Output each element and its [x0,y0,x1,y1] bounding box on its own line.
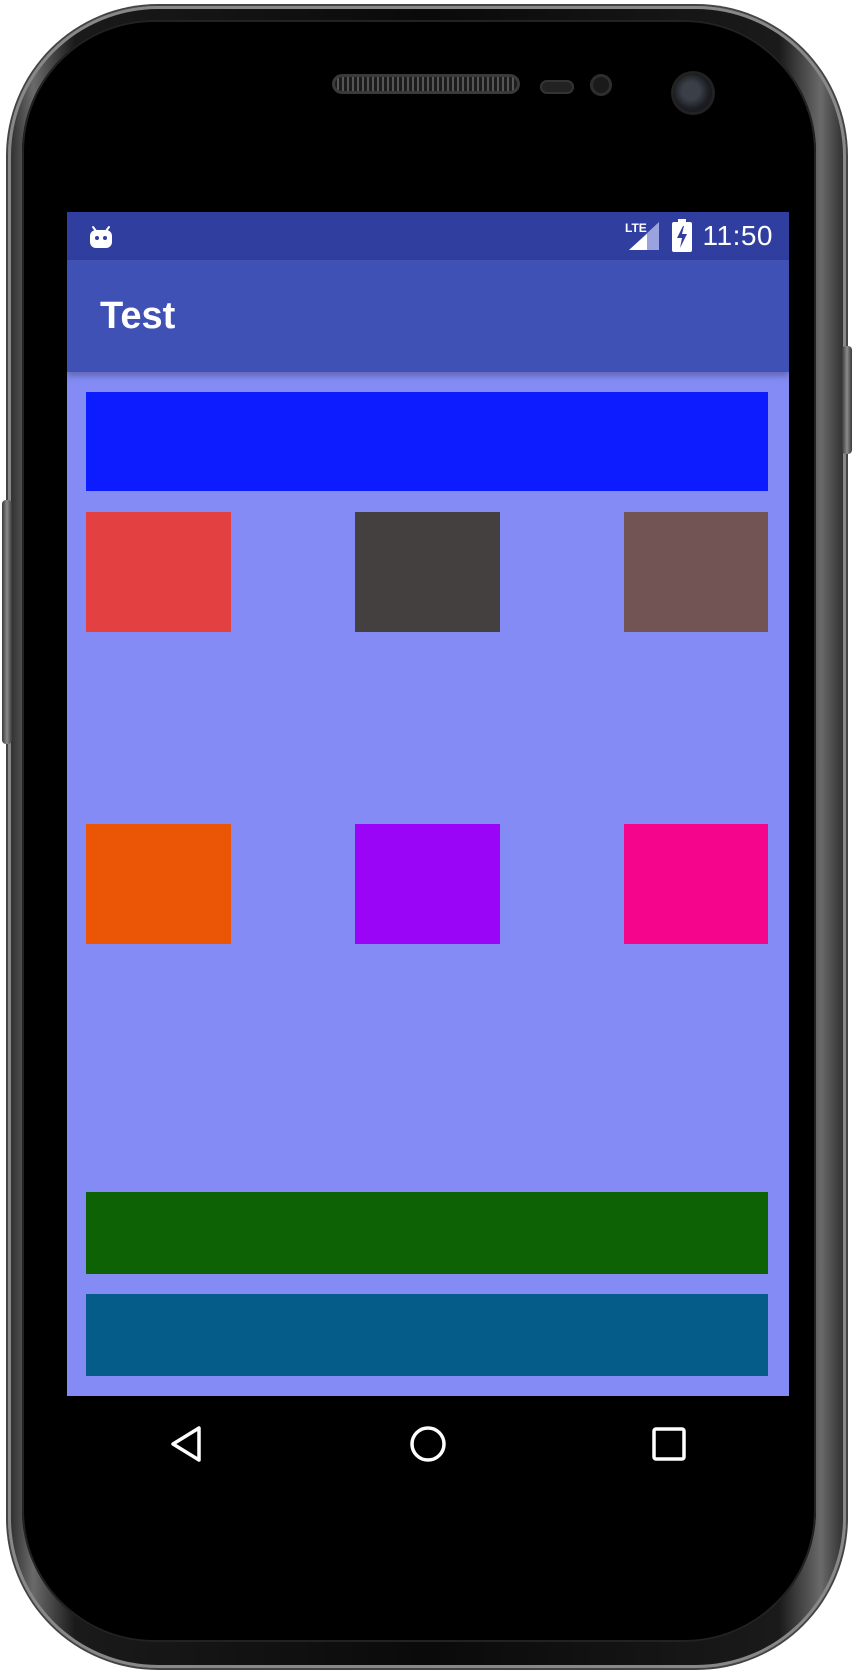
app-title: Test [100,295,176,337]
square-orange [86,824,231,944]
device-screen: LTE 11:50 Test [67,212,789,1492]
recents-icon [651,1427,686,1461]
power-button [842,346,852,454]
bottom-bar-teal [86,1294,768,1376]
clock: 11:50 [702,220,773,251]
status-icons: LTE 11:50 [625,212,774,260]
navigation-bar [67,1396,789,1492]
home-icon [410,1426,446,1462]
battery-charging-icon [671,219,692,252]
bottom-bar-green [86,1192,768,1274]
recents-button[interactable] [639,1414,699,1474]
android-icon [90,226,112,248]
square-pink [624,824,768,944]
square-purple [355,824,500,944]
front-camera [674,74,712,112]
square-red [86,512,231,632]
volume-button [2,500,12,744]
square-brown [624,512,768,632]
app-bar: Test [67,260,789,372]
back-icon [171,1426,202,1462]
signal-icon: LTE [625,220,661,252]
light-sensor [590,74,612,96]
status-bar: LTE 11:50 [67,212,789,260]
home-button[interactable] [398,1414,458,1474]
proximity-sensor [540,80,574,94]
earpiece-speaker [332,74,520,94]
square-dark-gray [355,512,500,632]
content-area [67,372,789,1396]
network-type-label: LTE [625,221,647,235]
top-bar [86,392,768,491]
back-button[interactable] [157,1414,217,1474]
